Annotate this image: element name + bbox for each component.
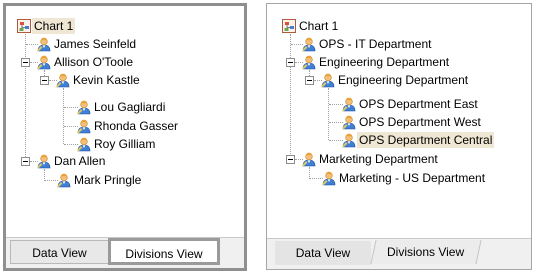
tree-connector <box>290 34 291 160</box>
left-tree-view: Chart 1 James Seinfeld Allison O'Toole K… <box>6 6 244 236</box>
tree-node-ops-west[interactable]: OPS Department West <box>341 113 483 131</box>
tree-node-label: OPS Department Central <box>357 132 495 148</box>
tree-node-kevin[interactable]: Kevin Kastle <box>55 71 142 89</box>
tree-node-allison[interactable]: Allison O'Toole <box>36 53 135 71</box>
tree-node-label: OPS Department West <box>359 115 481 129</box>
person-icon <box>301 54 317 70</box>
tree-node-ops-east[interactable]: OPS Department East <box>341 95 480 113</box>
tree-node-label: Kevin Kastle <box>73 73 140 87</box>
collapse-toggle-kevin[interactable] <box>40 76 49 85</box>
tree-node-label: Marketing Department <box>319 152 438 166</box>
right-tree-panel: Chart 1 OPS - IT Department Engineering … <box>266 3 532 270</box>
person-icon <box>76 99 92 115</box>
person-icon <box>76 118 92 134</box>
tree-node-lou[interactable]: Lou Gagliardi <box>76 98 167 116</box>
person-icon <box>36 153 52 169</box>
tree-node-marketing-us[interactable]: Marketing - US Department <box>321 169 487 187</box>
tree-connector <box>25 34 26 165</box>
tab-data-view[interactable]: Data View <box>275 241 371 265</box>
tree-node-label: Engineering Department <box>338 73 469 87</box>
person-icon <box>301 36 317 52</box>
collapse-toggle-engineering[interactable] <box>286 58 295 67</box>
tree-node-roy[interactable]: Roy Gilliam <box>76 135 157 153</box>
tree-node-label: Mark Pringle <box>74 173 142 187</box>
tree-node-ops-central[interactable]: OPS Department Central <box>341 131 495 149</box>
tree-node-label: Dan Allen <box>54 154 106 168</box>
tree-node-root[interactable]: Chart 1 <box>16 17 76 35</box>
tree-node-label: Engineering Department <box>319 55 450 69</box>
tree-node-label: OPS - IT Department <box>319 37 432 51</box>
person-icon <box>36 36 52 52</box>
collapse-toggle-engineering-sub[interactable] <box>305 76 314 85</box>
person-icon <box>321 170 337 186</box>
person-icon <box>341 132 357 148</box>
tree-connector <box>63 88 64 144</box>
right-tree-view: Chart 1 OPS - IT Department Engineering … <box>267 4 531 234</box>
left-tab-strip: Data View Divisions View <box>6 237 244 268</box>
tab-divisions-view[interactable]: Divisions View <box>108 238 220 265</box>
person-icon <box>76 136 92 152</box>
collapse-toggle-marketing[interactable] <box>286 155 295 164</box>
person-icon <box>56 172 72 188</box>
tree-node-root[interactable]: Chart 1 <box>281 17 340 35</box>
tree-node-rhonda[interactable]: Rhonda Gasser <box>76 117 180 135</box>
person-icon <box>36 54 52 70</box>
person-icon <box>341 96 357 112</box>
tree-node-label: Chart 1 <box>299 19 339 33</box>
person-icon <box>301 151 317 167</box>
tree-node-engineering-sub[interactable]: Engineering Department <box>320 71 470 89</box>
tree-node-marketing[interactable]: Marketing Department <box>301 150 440 168</box>
chart-icon <box>16 18 32 34</box>
collapse-toggle-allison[interactable] <box>21 58 30 67</box>
tree-node-ops-it[interactable]: OPS - IT Department <box>301 35 433 53</box>
tree-node-label: Marketing - US Department <box>339 171 486 185</box>
tree-node-label: OPS Department East <box>359 97 478 111</box>
chart-icon <box>281 18 297 34</box>
tab-data-view[interactable]: Data View <box>10 240 108 264</box>
tab-divisions-view[interactable]: Divisions View <box>370 240 482 264</box>
tree-node-label: James Seinfeld <box>54 37 137 51</box>
tree-node-label: Rhonda Gasser <box>94 119 179 133</box>
tree-node-label: Chart 1 <box>32 18 76 34</box>
person-icon <box>55 72 71 88</box>
tree-node-label: Allison O'Toole <box>54 55 133 69</box>
tree-node-mark[interactable]: Mark Pringle <box>56 171 143 189</box>
right-tab-strip: Data View Divisions View <box>267 238 531 269</box>
screenshot-stage: Chart 1 James Seinfeld Allison O'Toole K… <box>0 0 536 273</box>
tree-node-label: Roy Gilliam <box>94 137 156 151</box>
tree-node-label: Lou Gagliardi <box>94 100 166 114</box>
person-icon <box>320 72 336 88</box>
tree-node-dan[interactable]: Dan Allen <box>36 152 107 170</box>
tab-divisions-view-label: Divisions View <box>387 245 465 259</box>
person-icon <box>341 114 357 130</box>
left-tree-panel: Chart 1 James Seinfeld Allison O'Toole K… <box>3 3 247 271</box>
collapse-toggle-dan[interactable] <box>21 157 30 166</box>
tree-connector <box>328 88 329 140</box>
tree-node-james[interactable]: James Seinfeld <box>36 35 138 53</box>
tree-node-engineering[interactable]: Engineering Department <box>301 53 451 71</box>
